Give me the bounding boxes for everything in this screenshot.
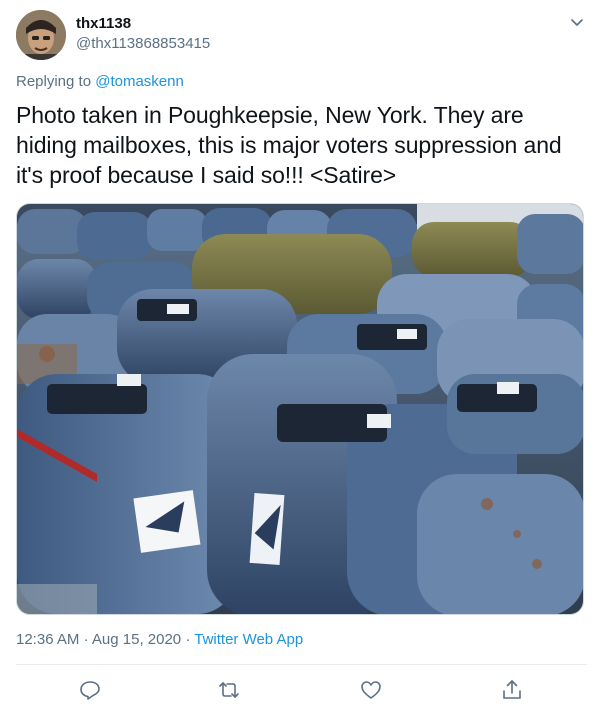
tweet-time[interactable]: 12:36 AM xyxy=(16,631,79,648)
more-options-button[interactable] xyxy=(567,12,587,32)
avatar-photo-icon xyxy=(16,10,66,60)
reply-icon xyxy=(80,681,100,700)
tweet-meta: 12:36 AM · Aug 15, 2020 · Twitter Web Ap… xyxy=(16,630,303,650)
retweet-button[interactable] xyxy=(217,678,241,702)
reply-mention-link[interactable]: @tomaskenn xyxy=(95,73,184,90)
replying-to: Replying to @tomaskenn xyxy=(16,72,184,92)
tweet-card: thx1138 @thx113868853415 Replying to @to… xyxy=(0,0,603,710)
tweet-text: Photo taken in Poughkeepsie, New York. T… xyxy=(16,102,562,188)
like-icon xyxy=(361,681,381,699)
photo-of-stacked-blue-mailboxes-icon xyxy=(17,204,583,614)
user-handle[interactable]: @thx113868853415 xyxy=(76,34,210,54)
tweet-date[interactable]: Aug 15, 2020 xyxy=(92,631,181,648)
share-button[interactable] xyxy=(500,678,524,702)
replying-prefix: Replying to xyxy=(16,73,92,90)
reply-button[interactable] xyxy=(78,678,102,702)
tweet-header: thx1138 @thx113868853415 xyxy=(16,10,587,62)
tweet-actions xyxy=(16,672,587,708)
display-name[interactable]: thx1138 xyxy=(76,14,210,34)
divider xyxy=(16,664,587,665)
like-button[interactable] xyxy=(359,678,383,702)
avatar[interactable] xyxy=(16,10,66,60)
tweet-photo[interactable] xyxy=(16,203,584,615)
chevron-down-icon xyxy=(571,19,583,26)
retweet-icon xyxy=(219,682,239,698)
user-names: thx1138 @thx113868853415 xyxy=(76,14,210,54)
share-icon xyxy=(503,680,521,699)
meta-separator-2: · xyxy=(185,631,191,648)
tweet-source-link[interactable]: Twitter Web App xyxy=(194,631,303,648)
meta-separator: · xyxy=(83,631,89,648)
